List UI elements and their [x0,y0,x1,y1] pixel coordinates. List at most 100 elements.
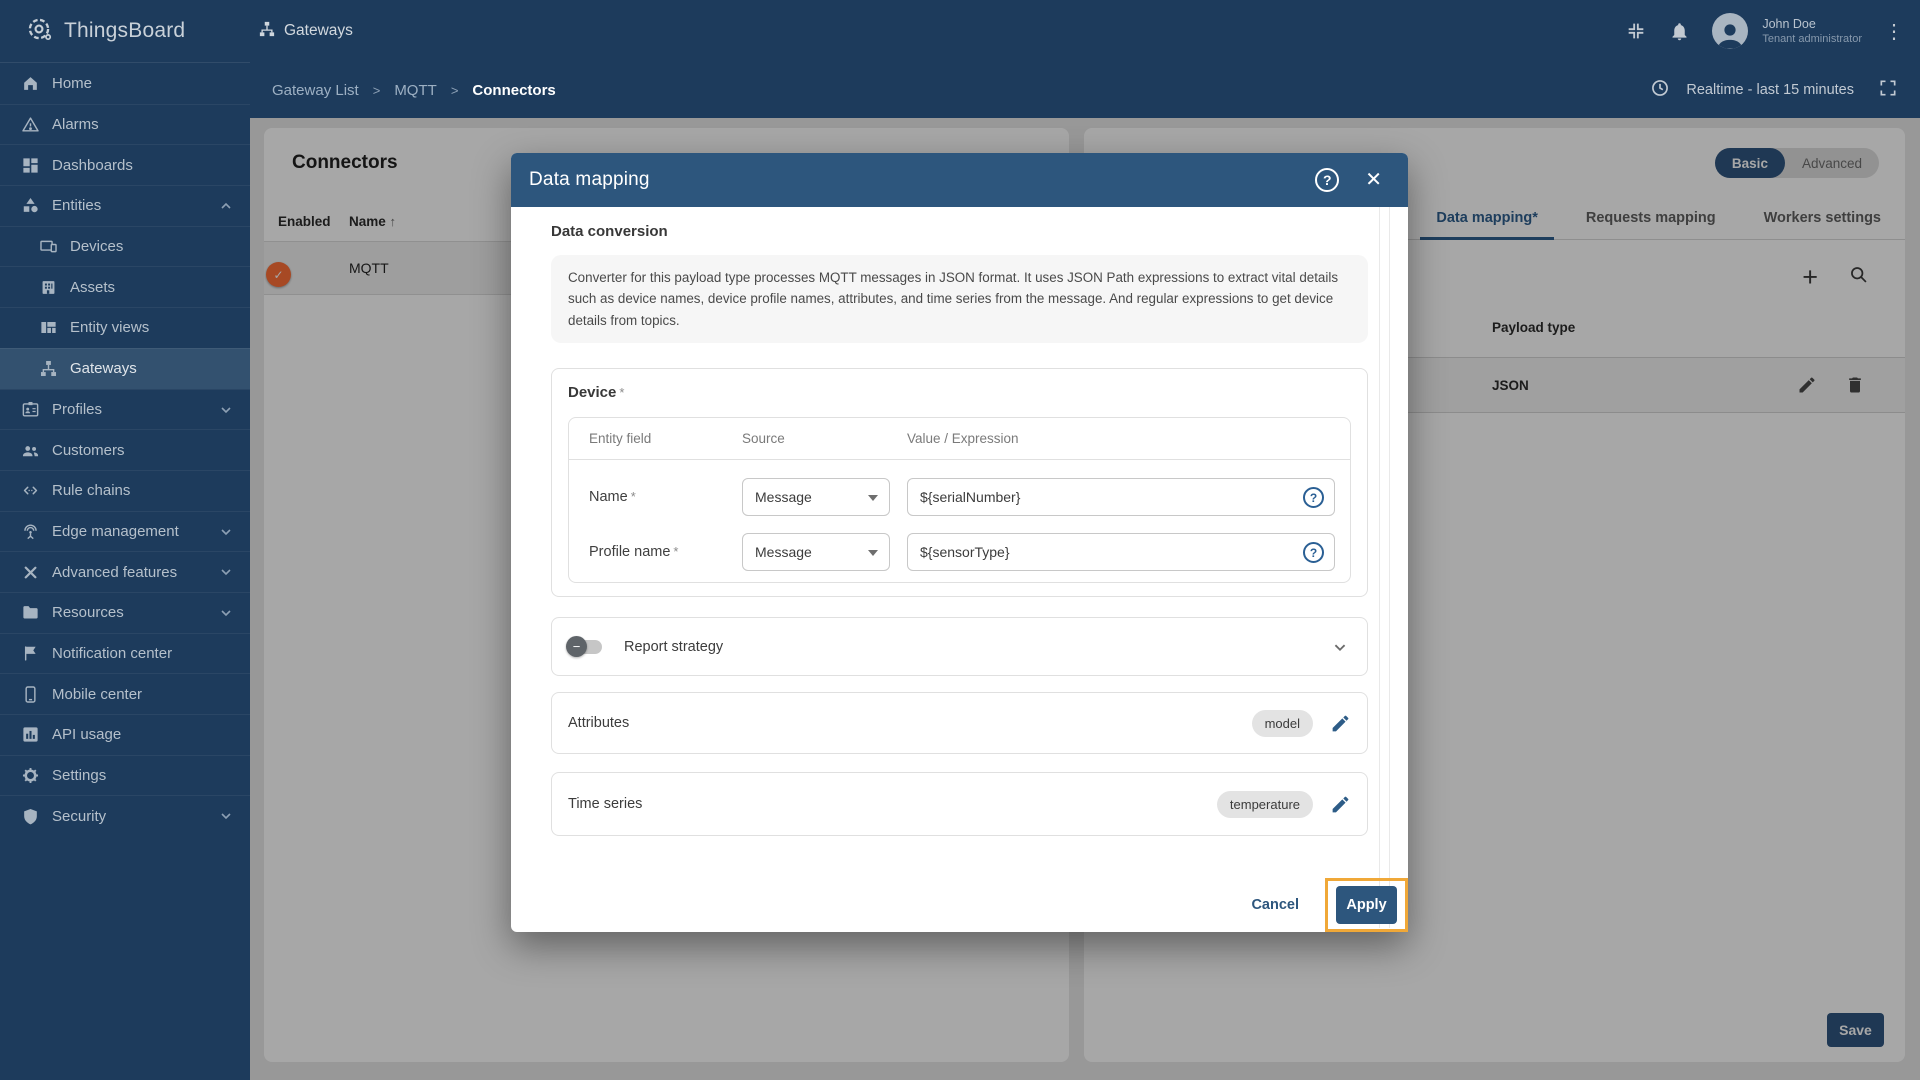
required-mark: * [619,385,625,401]
top-bar: ThingsBoard Gateways John Doe Tenant adm… [0,0,1920,62]
sidebar-item-resources[interactable]: Resources [0,591,250,633]
sidebar-item-alarms[interactable]: Alarms [0,103,250,145]
chevron-down-icon [218,808,234,828]
field-label: Name * [589,489,636,506]
close-icon[interactable]: ✕ [1365,170,1382,190]
attributes-section: Attributes model [551,692,1368,755]
sidebar-item-assets[interactable]: Assets [0,266,250,307]
required-mark: * [630,489,636,505]
mobile-center-icon [20,685,40,704]
gateways-page-icon [258,20,276,43]
advanced-features-icon [20,563,40,582]
sidebar-item-settings[interactable]: Settings [0,754,250,796]
sidebar-item-entities[interactable]: Entities [0,185,250,226]
customers-icon [20,441,40,460]
breadcrumb-separator: > [450,82,459,98]
device-table-header: Entity field Source Value / Expression [569,418,1350,461]
breadcrumb-separator: > [372,82,381,98]
sidebar-item-rule-chains[interactable]: Rule chains [0,469,250,511]
help-circle-icon[interactable]: ? [1303,542,1324,564]
notifications-bell-icon[interactable] [1669,21,1690,42]
help-circle-icon[interactable]: ? [1303,487,1324,509]
value-expression-input[interactable]: ${serialNumber}? [907,478,1335,517]
breadcrumb-mqtt[interactable]: MQTT [394,82,437,99]
field-label: Profile name * [589,544,679,561]
brand[interactable]: ThingsBoard [0,14,250,49]
sidebar-item-notification-center[interactable]: Notification center [0,632,250,674]
brand-name: ThingsBoard [64,19,186,42]
user-info[interactable]: John Doe Tenant administrator [1762,16,1862,47]
chevron-down-icon [868,495,878,502]
user-role: Tenant administrator [1762,32,1862,45]
edit-icon[interactable] [1330,713,1351,734]
edge-management-icon [20,522,40,541]
time-series-chip: temperature [1216,790,1313,818]
dialog-title: Data mapping [529,169,650,190]
devices-icon [38,237,58,256]
settings-gear-icon [20,766,40,785]
api-usage-icon [20,725,40,744]
minus-icon: − [572,638,581,654]
time-range-label: Realtime - last 15 minutes [1686,82,1854,98]
breadcrumb-connectors: Connectors [472,81,556,99]
device-mapping-table: Entity field Source Value / Expression N… [568,417,1351,584]
time-range-control[interactable]: Realtime - last 15 minutes [1650,78,1898,102]
sidebar-item-home[interactable]: Home [0,63,250,104]
value-expression-input[interactable]: ${sensorType}? [907,533,1335,572]
sidebar-item-entity-views[interactable]: Entity views [0,307,250,348]
sidebar-item-security[interactable]: Security [0,795,250,836]
column-entity-field: Entity field [589,431,652,447]
chevron-up-icon [218,198,234,218]
thingsboard-app: ThingsBoard Gateways John Doe Tenant adm… [0,0,1920,1080]
user-name: John Doe [1762,16,1816,31]
chevron-down-icon [218,524,234,544]
sidebar-item-customers[interactable]: Customers [0,429,250,470]
notification-center-icon [20,644,40,663]
converter-description: Converter for this payload type processe… [551,255,1368,344]
attribute-chip: model [1251,709,1313,737]
home-icon [20,74,40,93]
cancel-button[interactable]: Cancel [1251,897,1299,913]
sidebar-item-advanced-features[interactable]: Advanced features [0,551,250,592]
required-mark: * [673,544,679,560]
sidebar-item-dashboards[interactable]: Dashboards [0,144,250,185]
breadcrumb-gateway-list[interactable]: Gateway List [272,82,359,99]
chevron-down-icon[interactable] [1329,636,1351,658]
help-icon[interactable]: ? [1315,168,1340,192]
breadcrumb: Gateway List > MQTT > Connectors [272,82,556,99]
dialog-body: Data conversion Converter for this paylo… [511,207,1408,932]
dialog-scrollbar[interactable] [1379,207,1390,928]
report-strategy-label: Report strategy [624,638,724,655]
user-avatar[interactable] [1712,13,1749,49]
time-series-section: Time series temperature [551,772,1368,837]
report-strategy-toggle[interactable]: − [566,635,602,657]
alarms-icon [20,115,40,134]
device-field-row-profile-name: Profile name * Message ${sensorType}? [589,533,1335,572]
profiles-icon [20,400,40,419]
collapse-icon[interactable] [1625,20,1647,42]
sidebar-item-gateways[interactable]: Gateways [0,347,250,389]
device-field-row-name: Name * Message ${serialNumber}? [589,478,1335,517]
source-select[interactable]: Message [742,533,890,572]
resources-icon [20,603,40,622]
topbar-actions: John Doe Tenant administrator ⋮ [1625,13,1920,49]
fullscreen-icon[interactable] [1878,78,1898,102]
thingsboard-logo-icon [24,14,54,49]
sidebar-item-api-usage[interactable]: API usage [0,714,250,755]
more-menu-icon[interactable]: ⋮ [1884,19,1904,44]
apply-button[interactable]: Apply [1336,886,1397,924]
device-section: Device * Entity field Source Value / Expr… [551,368,1368,598]
entities-icon [20,196,40,215]
edit-icon[interactable] [1330,794,1351,815]
chevron-down-icon [218,605,234,625]
sidebar-item-devices[interactable]: Devices [0,225,250,267]
apply-highlight-box: Apply [1325,878,1408,932]
sidebar-item-profiles[interactable]: Profiles [0,388,250,430]
sidebar-item-edge-management[interactable]: Edge management [0,510,250,552]
attributes-label: Attributes [568,715,630,732]
rule-chains-icon [20,481,40,500]
sidebar-item-mobile-center[interactable]: Mobile center [0,673,250,714]
clock-icon [1650,78,1670,102]
source-select[interactable]: Message [742,478,890,517]
chevron-down-icon [218,564,234,584]
